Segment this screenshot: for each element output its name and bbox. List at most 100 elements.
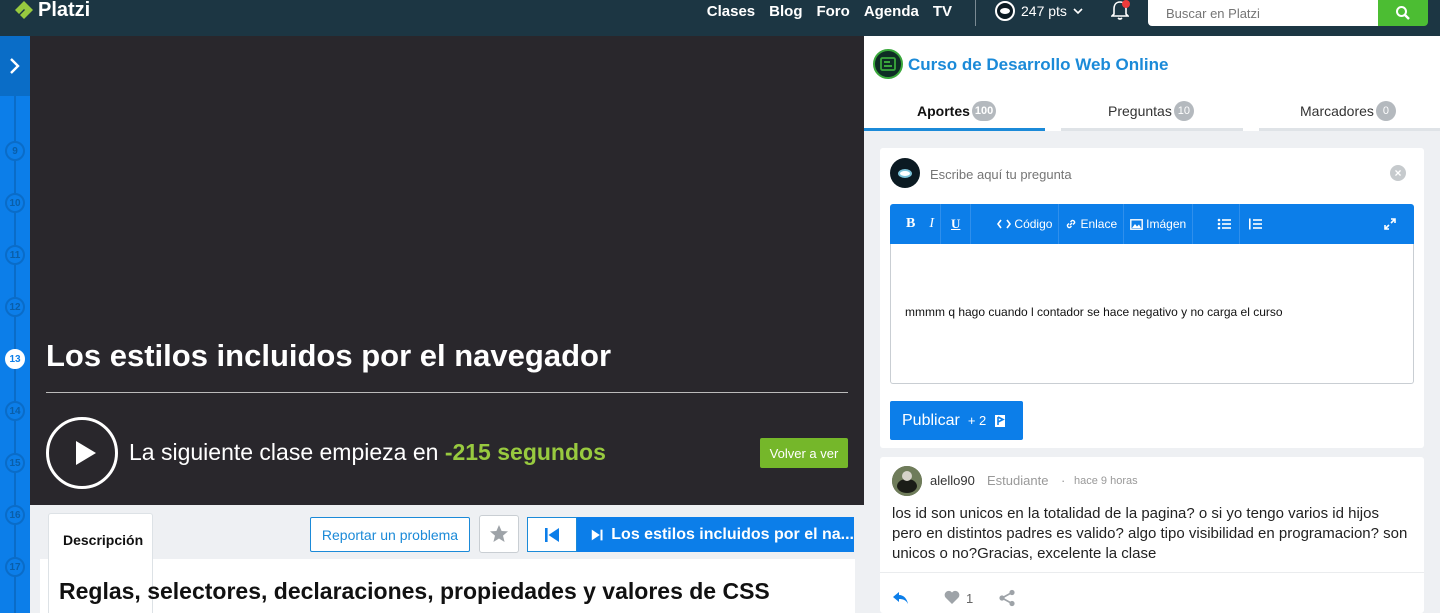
link-label: Enlace xyxy=(1080,217,1118,231)
comment-body: los id son unicos en la totalidad de la … xyxy=(892,505,1408,562)
star-icon xyxy=(490,525,508,542)
rail-step-current[interactable]: 13 xyxy=(5,349,25,369)
title-divider xyxy=(46,392,848,393)
next-class-button[interactable]: Los estilos incluidos por el na... xyxy=(577,517,854,552)
share-icon[interactable] xyxy=(998,589,1016,607)
rail-toggle-button[interactable] xyxy=(0,36,30,96)
tab-underline-active xyxy=(864,128,1045,131)
italic-button[interactable]: I xyxy=(921,204,942,244)
video-player[interactable]: Los estilos incluidos por el navegador L… xyxy=(30,36,864,505)
nav-agenda[interactable]: Agenda xyxy=(864,3,919,20)
platzi-logo[interactable]: Platzi xyxy=(14,0,90,22)
replay-button[interactable]: Volver a ver xyxy=(760,438,848,468)
platzi-logo-icon xyxy=(15,1,33,19)
countdown-prefix: La siguiente clase empieza en xyxy=(129,439,439,465)
meta-separator: · xyxy=(1061,473,1066,488)
rail-step[interactable]: 14 xyxy=(5,401,25,421)
numbered-list-button[interactable] xyxy=(1240,204,1270,244)
points-menu[interactable]: 247 pts xyxy=(995,0,1083,22)
brand-name: Platzi xyxy=(38,0,91,21)
course-badge-icon xyxy=(873,49,903,79)
rail-step[interactable]: 16 xyxy=(5,505,25,525)
heart-icon[interactable] xyxy=(944,590,960,605)
tab-underline xyxy=(1259,128,1440,131)
nav-tv[interactable]: TV xyxy=(933,3,952,20)
nav-blog[interactable]: Blog xyxy=(769,3,802,20)
publish-label: Publicar xyxy=(902,411,960,429)
avatar[interactable] xyxy=(892,466,922,496)
comment-author[interactable]: alello90 xyxy=(930,473,975,488)
chevron-right-icon xyxy=(10,58,20,74)
nav-clases[interactable]: Clases xyxy=(707,3,755,20)
rail-step[interactable]: 15 xyxy=(5,453,25,473)
tab-count-badge: 100 xyxy=(971,101,997,121)
search-button[interactable] xyxy=(1378,0,1428,26)
tab-preguntas[interactable]: Preguntas 10 xyxy=(1108,101,1194,121)
points-value: 247 pts xyxy=(1021,3,1067,19)
rail-step[interactable]: 17 xyxy=(5,557,25,577)
code-icon xyxy=(997,219,1012,229)
user-avatar-small xyxy=(995,1,1015,21)
bold-label: B xyxy=(906,216,916,231)
publish-button[interactable]: Publicar + 2 xyxy=(890,401,1023,440)
tab-label: Aportes xyxy=(917,103,970,119)
italic-label: I xyxy=(929,216,935,231)
image-button[interactable]: Imágen xyxy=(1124,204,1194,244)
tab-label: Marcadores xyxy=(1300,103,1374,119)
tab-underline xyxy=(1061,128,1243,131)
link-button[interactable]: Enlace xyxy=(1059,204,1125,244)
editor-content[interactable]: mmmm q hago cuando l contador se hace ne… xyxy=(905,305,1283,319)
favorite-button[interactable] xyxy=(479,515,519,553)
underline-label: U xyxy=(951,216,961,231)
tab-count-badge: 0 xyxy=(1375,101,1396,121)
tab-marcadores[interactable]: Marcadores 0 xyxy=(1300,101,1396,121)
avatar xyxy=(890,158,920,188)
notification-badge xyxy=(1122,0,1130,8)
class-title: Los estilos incluidos por el navegador xyxy=(46,338,612,373)
reply-icon[interactable] xyxy=(892,590,910,606)
close-icon[interactable]: × xyxy=(1390,165,1406,181)
link-icon xyxy=(1067,219,1076,229)
course-title[interactable]: Curso de Desarrollo Web Online xyxy=(908,55,1168,75)
skip-forward-icon xyxy=(591,529,603,540)
comment-timestamp: hace 9 horas xyxy=(1074,475,1138,487)
bullet-list-button[interactable] xyxy=(1209,204,1241,244)
bullet-list-icon xyxy=(1217,218,1232,230)
comment-author-role: Estudiante xyxy=(987,473,1049,488)
tab-aportes[interactable]: Aportes 100 xyxy=(917,101,997,121)
tab-count-badge: 10 xyxy=(1173,101,1194,121)
code-label: Código xyxy=(1014,217,1053,231)
image-icon xyxy=(1130,218,1144,230)
nav-divider xyxy=(975,0,976,26)
underline-button[interactable]: U xyxy=(941,204,972,244)
fullscreen-button[interactable] xyxy=(1378,204,1414,244)
section-title: Reglas, selectores, declaraciones, propi… xyxy=(59,578,770,604)
rail-step[interactable]: 11 xyxy=(5,245,25,265)
like-count: 1 xyxy=(966,591,974,606)
search-input[interactable] xyxy=(1148,0,1378,26)
chevron-down-icon xyxy=(1073,8,1083,15)
rail-step[interactable]: 12 xyxy=(5,297,25,317)
publish-points: + 2 xyxy=(967,413,987,428)
previous-class-button[interactable] xyxy=(527,517,577,552)
tab-label: Preguntas xyxy=(1108,103,1172,119)
nav-foro[interactable]: Foro xyxy=(816,3,849,20)
main-nav: Clases Blog Foro Agenda TV xyxy=(707,0,952,22)
play-button[interactable] xyxy=(46,417,118,489)
points-flag-icon xyxy=(995,414,1006,427)
editor-toolbar: B I U Código Enlace Imágen xyxy=(890,204,1414,244)
skip-back-icon xyxy=(545,527,559,542)
report-problem-button[interactable]: Reportar un problema xyxy=(310,517,470,552)
expand-icon xyxy=(1384,218,1396,230)
bold-button[interactable]: B xyxy=(890,204,921,244)
next-class-countdown: La siguiente clase empieza en -215 segun… xyxy=(129,439,606,466)
code-button[interactable]: Código xyxy=(991,204,1060,244)
numbered-list-icon xyxy=(1249,218,1263,230)
search-icon xyxy=(1396,6,1410,20)
countdown-seconds: -215 segundos xyxy=(444,439,606,465)
rail-step[interactable]: 9 xyxy=(5,141,25,161)
next-class-label: Los estilos incluidos por el na... xyxy=(611,525,854,543)
question-input[interactable] xyxy=(930,163,1370,185)
comment-divider xyxy=(880,572,1424,573)
rail-step[interactable]: 10 xyxy=(5,193,25,213)
